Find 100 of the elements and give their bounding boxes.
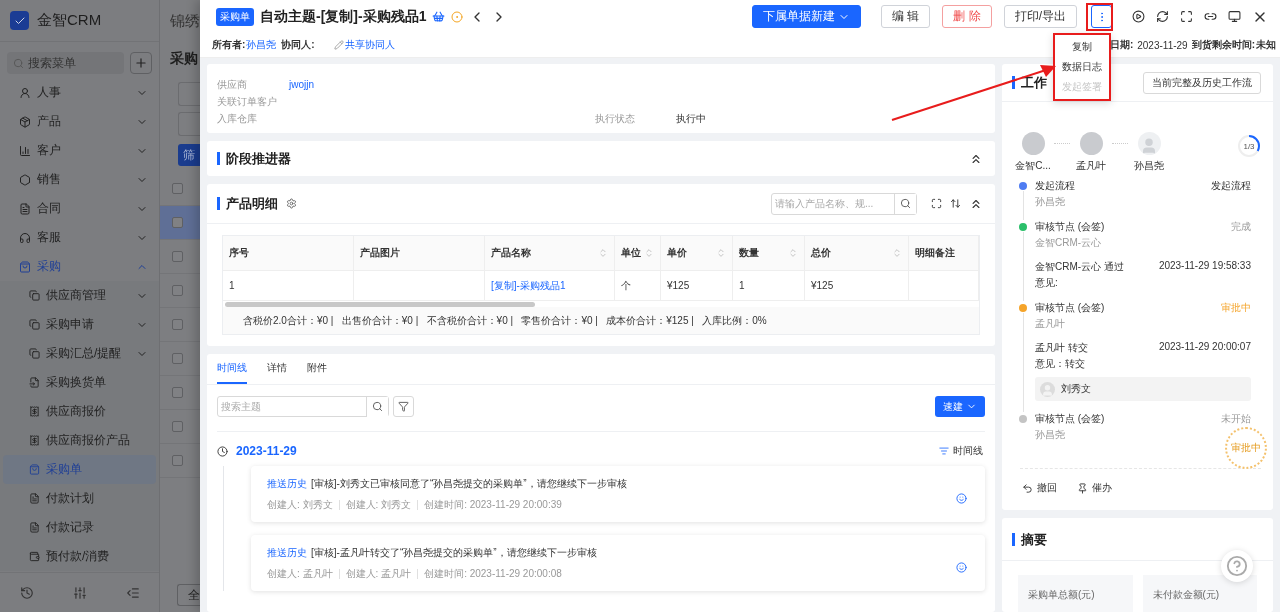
more-button[interactable]	[1091, 5, 1112, 28]
history-icon[interactable]	[19, 585, 34, 600]
menu-label: 合同	[37, 200, 62, 217]
checkbox[interactable]	[172, 217, 183, 228]
person-name: 金智C...	[1015, 159, 1051, 173]
list-row[interactable]	[160, 206, 200, 240]
checkbox[interactable]	[172, 455, 183, 466]
sliders-icon[interactable]	[72, 585, 87, 600]
row-height-icon[interactable]	[950, 198, 961, 209]
field-value[interactable]: jwojjn	[289, 79, 595, 90]
entry-meta: 创建人: 刘秀文	[267, 498, 333, 512]
checkbox[interactable]	[172, 421, 183, 432]
submenu-item[interactable]: 采购汇总/提醒	[3, 339, 156, 368]
checkbox[interactable]	[172, 353, 183, 364]
tab[interactable]: 时间线	[217, 354, 247, 384]
step-status: 未开始	[1221, 412, 1251, 426]
column-header: 产品图片	[354, 236, 485, 270]
search-icon	[13, 57, 24, 69]
submenu-item[interactable]: 供应商报价产品	[3, 426, 156, 455]
approval-action: 金智CRM-云心 通过	[1035, 260, 1124, 274]
menu-search-field[interactable]: 搜索菜单	[7, 52, 124, 74]
submenu-item[interactable]: 采购申请	[3, 310, 156, 339]
entry-meta: 创建人: 孟凡叶	[267, 567, 333, 581]
column-header[interactable]: 单位	[615, 236, 661, 270]
submenu-item[interactable]: 预付款/消费	[3, 542, 156, 571]
menu-option[interactable]: 数据日志	[1055, 57, 1109, 77]
sort-icon[interactable]	[644, 248, 654, 258]
column-header[interactable]: 总价	[805, 236, 909, 270]
menu-item[interactable]: 客户	[3, 136, 156, 165]
menu-option[interactable]: 复制	[1055, 37, 1109, 57]
product-search-input[interactable]: 请输入产品名称、规...	[772, 198, 894, 209]
product-search-field[interactable]: 请输入产品名称、规...	[771, 192, 917, 215]
share-collaborator-link[interactable]: 共享协同人	[344, 38, 395, 52]
topic-search-input[interactable]: 搜索主题	[218, 401, 366, 412]
checkbox[interactable]	[172, 285, 183, 296]
quick-create-button[interactable]: 速建	[935, 396, 985, 417]
workflow-action-button[interactable]: 撤回	[1022, 481, 1057, 495]
submenu-item[interactable]: 付款计划	[3, 484, 156, 513]
submenu-item[interactable]: 付款记录	[3, 513, 156, 542]
tab[interactable]: 附件	[307, 354, 327, 384]
comment-icon[interactable]	[956, 562, 967, 573]
section-title: 工作	[1012, 76, 1047, 89]
menu-item[interactable]: 人事	[3, 78, 156, 107]
entry-text: [审核]-刘秀文已审核同意了“孙昌尧提交的采购单”，请您继续下一步审核	[311, 477, 627, 491]
step-title: 发起流程	[1035, 179, 1075, 193]
settings-icon[interactable]	[286, 198, 297, 209]
field-label: 关联订单客户	[217, 94, 278, 109]
menu-label: 采购汇总/提醒	[46, 345, 123, 362]
tab[interactable]: 详情	[267, 354, 287, 384]
comment-icon[interactable]	[956, 493, 967, 504]
add-button[interactable]	[130, 52, 152, 74]
filter-button[interactable]	[393, 396, 414, 417]
sort-icon[interactable]	[716, 248, 726, 258]
refresh-icon[interactable]	[1156, 8, 1169, 25]
action-button[interactable]: 编 辑	[880, 5, 931, 28]
column-header[interactable]: 单价	[661, 236, 733, 270]
approval-time: 2023-11-29 19:58:33	[1158, 260, 1251, 273]
action-button[interactable]: 打印/导出	[1003, 5, 1077, 28]
column-header[interactable]: 数量	[733, 236, 805, 270]
filter-button[interactable]: 筛	[178, 144, 200, 166]
checkbox[interactable]	[172, 183, 183, 194]
approval-time: 2023-11-29 20:00:07	[1158, 341, 1251, 354]
menu-label: 客服	[37, 229, 62, 246]
menu-item[interactable]: 销售	[3, 165, 156, 194]
column-header[interactable]: 产品名称	[485, 236, 615, 270]
section-title: 摘要	[1012, 532, 1047, 546]
menu-icon	[19, 144, 31, 157]
search-button[interactable]	[894, 193, 916, 214]
entry-meta: 创建人: 刘秀文	[345, 498, 412, 512]
action-button[interactable]: 删 除	[942, 5, 992, 28]
step-person: 孙昌尧	[1035, 428, 1066, 442]
menu-item[interactable]: 产品	[3, 107, 156, 136]
product-link[interactable]: [复制]-采购残品1	[485, 271, 615, 300]
topic-search-field[interactable]: 搜索主题	[217, 396, 389, 417]
workflow-history-button[interactable]: 当前完整及历史工作流	[1143, 71, 1261, 94]
sort-icon	[939, 446, 949, 456]
sort-icon[interactable]	[892, 248, 902, 258]
owner-name[interactable]: 孙昌尧	[246, 38, 277, 52]
submenu-item[interactable]: 供应商报价	[3, 397, 156, 426]
submenu-item[interactable]: 采购换货单	[3, 368, 156, 397]
checkbox[interactable]	[172, 387, 183, 398]
fullscreen-icon[interactable]	[1180, 8, 1193, 25]
monitor-icon[interactable]	[1228, 8, 1241, 25]
timeline-sort-link[interactable]: 时间线	[939, 444, 983, 458]
checkbox[interactable]	[172, 251, 183, 262]
sort-icon[interactable]	[598, 248, 608, 258]
menu-item[interactable]: 客服	[3, 223, 156, 252]
search-button[interactable]	[366, 396, 388, 417]
action-button[interactable]: 下属单据新建	[751, 5, 861, 28]
sort-icon[interactable]	[788, 248, 798, 258]
menu-item[interactable]: 合同	[3, 194, 156, 223]
menu-icon	[29, 319, 40, 330]
page-title: 锦绣	[170, 10, 200, 31]
play-icon[interactable]	[1132, 8, 1145, 25]
menu-icon	[19, 231, 31, 244]
workflow-action-button[interactable]: 催办	[1077, 481, 1112, 495]
step-title: 审核节点 (会签)	[1035, 220, 1105, 234]
submenu-item[interactable]: 供应商管理	[3, 281, 156, 310]
fullscreen-icon[interactable]	[931, 198, 942, 209]
checkbox[interactable]	[172, 319, 183, 330]
